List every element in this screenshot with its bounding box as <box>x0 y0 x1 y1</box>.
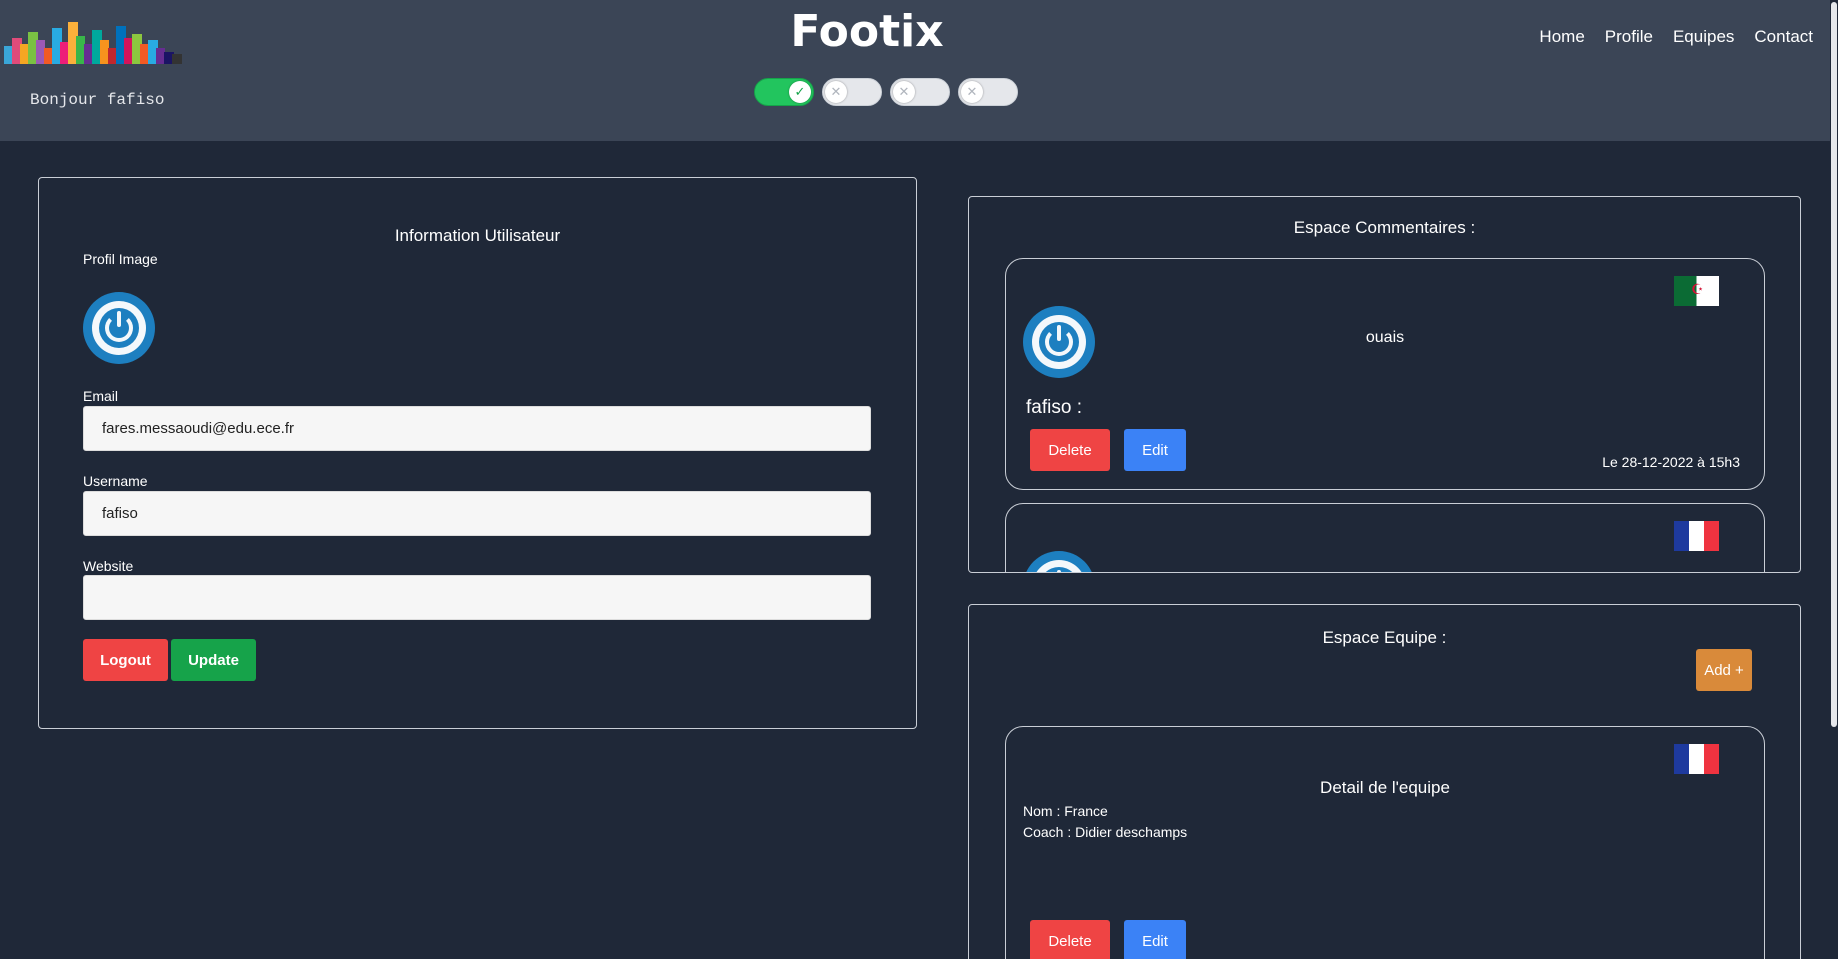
comment-author: fafiso : <box>1026 397 1082 418</box>
main-nav: Home Profile Equipes Contact <box>1539 27 1813 47</box>
edit-team-button[interactable]: Edit <box>1124 920 1186 959</box>
comment-card: ☪ ouais fafiso : Delete Edit Le 28-12-20… <box>1005 258 1765 490</box>
profile-image-label: Profil Image <box>83 251 158 267</box>
france-flag-icon <box>1674 744 1719 774</box>
username-field[interactable] <box>83 491 871 536</box>
website-label: Website <box>83 558 134 574</box>
username-label: Username <box>83 473 148 489</box>
team-coach: Coach : Didier deschamps <box>1023 824 1188 840</box>
comments-title: Espace Commentaires : <box>1293 218 1476 237</box>
site-title: Footix <box>790 6 944 57</box>
delete-team-button[interactable]: Delete <box>1030 920 1110 959</box>
user-avatar <box>83 292 155 364</box>
check-icon: ✓ <box>789 81 811 103</box>
team-name: Nom : France <box>1023 803 1108 819</box>
comment-date: Le 28-12-2022 à 15h3 <box>1602 454 1740 470</box>
x-icon: ✕ <box>893 81 915 103</box>
teams-title: Espace Equipe : <box>1322 628 1447 647</box>
comments-panel: Espace Commentaires : ☪ ouais fafiso : D… <box>968 196 1801 573</box>
greeting-text: Bonjour fafiso <box>30 91 165 109</box>
delete-comment-button[interactable]: Delete <box>1030 429 1110 471</box>
top-header: Bonjour fafiso Footix ✓ ✕ ✕ ✕ Home Profi… <box>0 0 1838 141</box>
comment-text: ouais <box>1365 329 1405 346</box>
teams-panel: Espace Equipe : Add + Detail de l'equipe… <box>968 604 1801 959</box>
page-scrollbar[interactable] <box>1830 0 1838 959</box>
x-icon: ✕ <box>961 81 983 103</box>
power-icon <box>105 311 133 342</box>
scrollbar-thumb[interactable] <box>1831 2 1837 727</box>
toggle-switch-2[interactable]: ✕ <box>822 78 882 106</box>
website-field[interactable] <box>83 575 871 620</box>
nav-profile-link[interactable]: Profile <box>1605 27 1653 47</box>
toggle-switch-3[interactable]: ✕ <box>890 78 950 106</box>
toggle-switch-4[interactable]: ✕ <box>958 78 1018 106</box>
team-detail-heading: Detail de l'equipe <box>1320 778 1450 797</box>
algeria-flag-icon: ☪ <box>1674 276 1719 306</box>
comment-card <box>1005 503 1765 572</box>
theme-toggle-group: ✓ ✕ ✕ ✕ <box>754 78 1018 106</box>
edit-comment-button[interactable]: Edit <box>1124 429 1186 471</box>
team-card: Detail de l'equipe Nom : France Coach : … <box>1005 726 1765 959</box>
email-label: Email <box>83 388 119 404</box>
add-team-button[interactable]: Add + <box>1696 649 1752 691</box>
nav-contact-link[interactable]: Contact <box>1754 27 1813 47</box>
france-flag-icon <box>1674 521 1719 551</box>
nav-equipes-link[interactable]: Equipes <box>1673 27 1734 47</box>
user-info-panel: Information Utilisateur Profil Image Ema… <box>38 177 917 729</box>
update-button[interactable]: Update <box>171 639 256 681</box>
email-field[interactable] <box>83 406 871 451</box>
toggle-switch-1[interactable]: ✓ <box>754 78 814 106</box>
user-info-title: Information Utilisateur <box>394 226 561 245</box>
nav-home-link[interactable]: Home <box>1539 27 1584 47</box>
logout-button[interactable]: Logout <box>83 639 168 681</box>
x-icon: ✕ <box>825 81 847 103</box>
comment-author-avatar <box>1023 551 1095 572</box>
